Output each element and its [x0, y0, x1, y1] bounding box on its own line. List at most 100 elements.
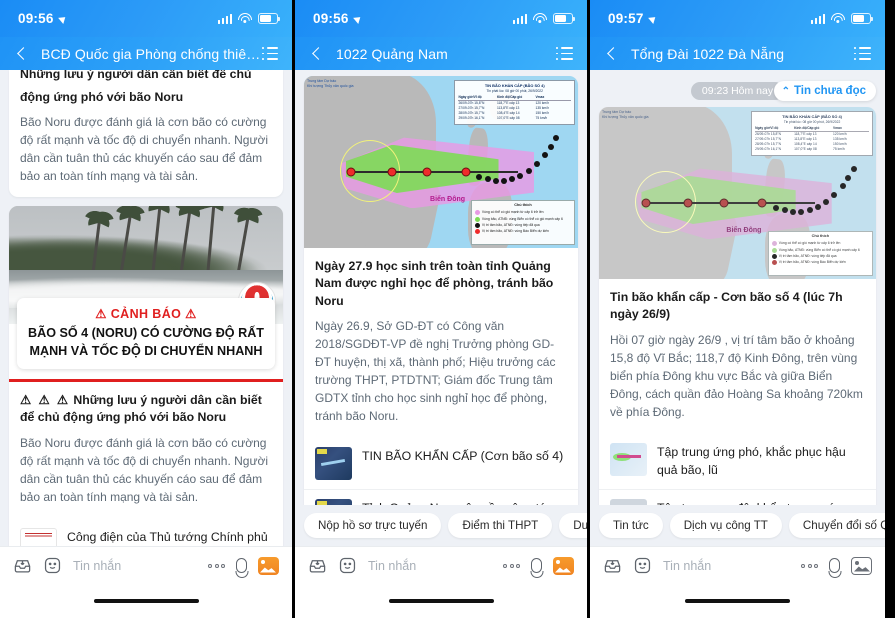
list-item[interactable]: Tỉnh Quảng Nam yêu cầu công tác sơ tán d…	[304, 489, 578, 505]
more-dots-icon[interactable]	[208, 563, 225, 568]
message-input-placeholder[interactable]: Tin nhắn	[663, 559, 790, 573]
list-item[interactable]: Tập trung ứng phó, khắc phục hậu quả bão…	[599, 434, 876, 489]
microphone-icon[interactable]	[236, 558, 247, 573]
stormmap-thumbnail	[610, 442, 647, 476]
map-forecast-table: TIN BÃO KHẨN CẤP (BÃO SỐ 4) Tin phát lúc…	[454, 80, 575, 125]
status-time-text: 09:56	[313, 11, 349, 26]
location-arrow-icon	[352, 13, 363, 24]
back-chevron-icon[interactable]	[604, 46, 620, 62]
article-card[interactable]: ⚠ CẢNH BÁO ⚠ BÃO SỐ 4 (NORU) CÓ CƯỜNG ĐỘ…	[9, 206, 283, 546]
signal-icon	[810, 13, 825, 24]
chat-scroll-area[interactable]: Những lưu ý người dân cần biết để chủ độ…	[0, 70, 292, 546]
status-indicators	[512, 13, 576, 24]
microphone-icon[interactable]	[829, 558, 840, 573]
sticker-smiley-icon[interactable]	[43, 556, 62, 575]
article-title: Tin bão khẩn cấp - Cơn bão số 4 (lúc 7h …	[610, 290, 843, 322]
map-legend-item: Vị trí tâm bão, ATNĐ: vùng tiếp đã qua	[481, 222, 540, 227]
quick-reply-chip[interactable]: Dịch vụ công TT	[669, 513, 782, 538]
chat-scroll-area[interactable]: 09:23 Hôm nay ⌃ Tin chưa đọc Biển Đông T…	[590, 70, 885, 505]
map-table-subtitle: Tin phát lúc: 08 giờ 00 phút, 26/9/2022	[783, 119, 841, 124]
back-chevron-icon[interactable]	[14, 46, 30, 62]
list-menu-icon[interactable]	[261, 47, 278, 60]
status-bar: 09:56	[0, 0, 292, 37]
related-links-list: Tập trung ứng phó, khắc phục hậu quả bão…	[599, 431, 876, 505]
unread-messages-button[interactable]: ⌃ Tin chưa đọc	[773, 81, 876, 101]
battery-icon	[553, 13, 576, 24]
quick-reply-chip[interactable]: Tin tức	[599, 513, 663, 538]
article-body: Hồi 07 giờ ngày 26/9 , vị trí tâm bão ở …	[610, 332, 863, 419]
typhoon-track-map: Biển Đông Trung tâm Dự báo Khí tượng Thủy…	[304, 76, 578, 248]
map-legend-title: Chú thích	[514, 203, 532, 208]
map-forecast-table: TIN BÃO KHẨN CẤP (BÃO SỐ 4) Tin phát lúc…	[751, 111, 873, 156]
message-input-placeholder[interactable]: Tin nhắn	[368, 559, 492, 573]
map-cell: 75 km/h	[535, 115, 548, 120]
map-col-2: Vmax	[833, 125, 842, 130]
more-dots-icon[interactable]	[801, 563, 818, 568]
quick-reply-chip[interactable]: Chuyển đổi số QG	[788, 513, 885, 538]
list-item-label: Tỉnh Quảng Nam yêu cầu công tác sơ tán d…	[362, 499, 567, 505]
battery-icon	[258, 13, 281, 24]
page-title: Tổng Đài 1022 Đà Nẵng	[631, 45, 785, 62]
sticker-smiley-icon[interactable]	[633, 556, 652, 575]
list-menu-icon[interactable]	[854, 47, 871, 60]
home-indicator	[295, 584, 587, 618]
map-col-0: Ngày giờ/Vĩ độ	[458, 94, 482, 99]
status-time: 09:57	[608, 11, 658, 26]
quick-reply-chip[interactable]: Điểm thi THPT	[448, 513, 553, 538]
back-chevron-icon[interactable]	[309, 46, 325, 62]
inbox-icon[interactable]	[308, 556, 327, 575]
map-col-1: Kinh độ/Cấp gió	[794, 125, 820, 130]
image-gallery-icon[interactable]	[258, 556, 279, 575]
image-gallery-icon[interactable]	[851, 556, 872, 575]
quick-reply-chip[interactable]: Du lịch	[559, 513, 587, 538]
status-bar: 09:56	[295, 0, 587, 37]
clipped-message-bubble[interactable]: Những lưu ý người dân cần biết để chủ độ…	[9, 70, 283, 198]
article-body: Ngày 26.9, Sở GD-ĐT có Công văn 2018/SGD…	[315, 319, 556, 424]
map-legend-item: Vị trí tâm bão, ATNĐ: vùng tiếp đã qua	[778, 253, 837, 258]
article-text: Ngày 27.9 học sinh trên toàn tỉnh Quảng …	[304, 248, 578, 436]
more-dots-icon[interactable]	[503, 563, 520, 568]
map-watermark: Trung tâm Dự báo Khí tượng Thủy văn quốc …	[307, 79, 354, 88]
status-time: 09:56	[313, 11, 363, 26]
inbox-icon[interactable]	[603, 556, 622, 575]
warning-triangle-icons: ⚠ ⚠ ⚠	[20, 392, 70, 407]
list-item-label: TIN BÃO KHẨN CẤP (Cơn bão số 4)	[362, 449, 564, 464]
location-arrow-icon	[647, 13, 658, 24]
article-card[interactable]: Biển Đông Trung tâm Dự báo Khí tượng Thủy…	[599, 107, 876, 505]
list-item[interactable]: Công điện của Thủ tướng Chính phủ về việ…	[9, 519, 283, 546]
sticker-smiley-icon[interactable]	[338, 556, 357, 575]
map-legend: Chú thích Vùng có thể có gió mạnh từ cấp…	[767, 231, 873, 276]
article-text: ⚠ ⚠ ⚠ Những lưu ý người dân cần biết để …	[9, 382, 283, 517]
map-legend-title: Chú thích	[811, 234, 830, 239]
list-item-label: Tập trung ứng phó, khắc phục hậu quả bão…	[657, 444, 846, 477]
list-item[interactable]: TIN BÃO KHẨN CẤP (Cơn bão số 4)	[304, 438, 578, 489]
alert-headline: BÃO SỐ 4 (NORU) CÓ CƯỜNG ĐỘ RẤT MẠNH VÀ …	[28, 326, 264, 358]
wifi-icon	[533, 13, 547, 24]
people-photo-thumbnail	[610, 498, 647, 505]
list-menu-icon[interactable]	[556, 47, 573, 60]
quick-reply-chips: Tin tức Dịch vụ công TT Chuyển đổi số QG	[590, 505, 885, 546]
map-legend-item: Vị trí tâm bão, ATNĐ: vùng Báo Biển dự k…	[778, 260, 846, 265]
signal-icon	[512, 13, 527, 24]
list-item-label: Tập trung cao độ, khẩn trương ứng phó bã…	[657, 499, 865, 505]
sea-label: Biển Đông	[430, 196, 466, 204]
map-cell: 29/09-07h 16,1°N	[755, 146, 782, 151]
nav-bar: BCĐ Quốc gia Phòng chống thiên tai	[0, 37, 292, 70]
chat-scroll-area[interactable]: Biển Đông Trung tâm Dự báo Khí tượng Thủy…	[295, 70, 587, 505]
message-input-placeholder[interactable]: Tin nhắn	[73, 559, 197, 573]
message-composer: Tin nhắn	[0, 546, 292, 584]
signal-icon	[217, 13, 232, 24]
inbox-icon[interactable]	[13, 556, 32, 575]
clipped-title: Những lưu ý người dân cần biết để chủ	[20, 70, 272, 89]
image-gallery-icon[interactable]	[553, 556, 574, 575]
article-card[interactable]: Biển Đông Trung tâm Dự báo Khí tượng Thủy…	[304, 76, 578, 505]
nav-bar: 1022 Quảng Nam	[295, 37, 587, 70]
quick-reply-chip[interactable]: Nộp hồ sơ trực tuyến	[304, 513, 442, 538]
alert-banner: ⚠ CẢNH BÁO ⚠ BÃO SỐ 4 (NORU) CÓ CƯỜNG ĐỘ…	[17, 298, 275, 369]
nav-bar: Tổng Đài 1022 Đà Nẵng	[590, 37, 885, 70]
microphone-icon[interactable]	[531, 558, 542, 573]
list-item[interactable]: Tập trung cao độ, khẩn trương ứng phó bã…	[599, 488, 876, 505]
map-legend-item: Vị trí tâm bão, ATNĐ: vùng Báo Biển dự k…	[481, 229, 549, 234]
map-legend-item: Vùng có thể có gió mạnh từ cấp 6 trở lên	[481, 210, 544, 215]
map-col-0: Ngày giờ/Vĩ độ	[755, 125, 779, 130]
